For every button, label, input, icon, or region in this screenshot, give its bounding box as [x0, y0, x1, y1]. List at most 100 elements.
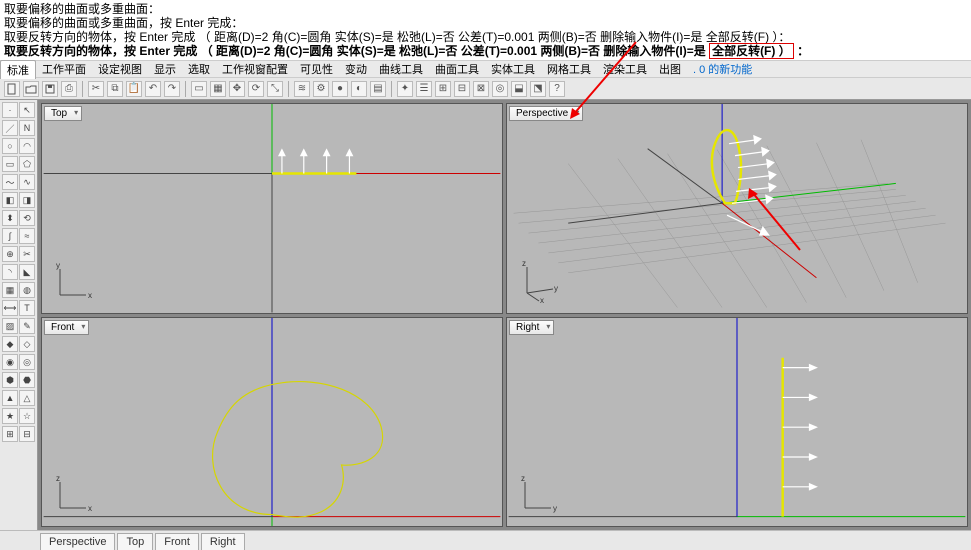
menu-drafting[interactable]: 出图 [653, 60, 687, 78]
prompt-options[interactable]: （ 距离(D)=2 角(C)=圆角 实体(S)=是 松弛(L)=否 公差(T)=… [201, 44, 709, 58]
menu-select[interactable]: 选取 [182, 60, 216, 78]
sb-t5-icon[interactable]: ⬢ [2, 372, 18, 388]
tb-rotate[interactable]: ⟳ [248, 81, 264, 97]
tb-opt5[interactable]: ⊠ [473, 81, 489, 97]
menu-setview[interactable]: 设定视图 [92, 60, 148, 78]
svg-text:y: y [56, 263, 60, 270]
sb-ssrf-icon[interactable]: ◨ [19, 192, 35, 208]
menu-solidtools[interactable]: 实体工具 [485, 60, 541, 78]
sb-t7-icon[interactable]: ▲ [2, 390, 18, 406]
sb-trim-icon[interactable]: ✂ [19, 246, 35, 262]
menu-standard[interactable]: 标准 [0, 60, 36, 79]
viewport-top[interactable]: Top x y [41, 103, 503, 314]
sb-point-icon[interactable]: · [2, 102, 18, 118]
sb-t4-icon[interactable]: ◎ [19, 354, 35, 370]
tb-scale[interactable]: ⤡ [267, 81, 283, 97]
sb-srf-icon[interactable]: ◧ [2, 192, 18, 208]
tb-opt3[interactable]: ⊞ [435, 81, 451, 97]
sb-ext-icon[interactable]: ⬍ [2, 210, 18, 226]
tb-opt1[interactable]: ✦ [397, 81, 413, 97]
sb-curve-icon[interactable]: 〜 [2, 174, 18, 190]
menu-viewlayout[interactable]: 工作视窗配置 [216, 60, 294, 78]
menu-transform[interactable]: 变动 [339, 60, 373, 78]
sb-pline-icon[interactable]: Ν [19, 120, 35, 136]
sb-circle-icon[interactable]: ○ [2, 138, 18, 154]
tb-sel[interactable]: ▭ [191, 81, 207, 97]
tb-shade[interactable]: ◐ [351, 81, 367, 97]
sb-dim-icon[interactable]: ⟷ [2, 300, 18, 316]
menu-visibility[interactable]: 可见性 [294, 60, 339, 78]
tb-selall[interactable]: ▦ [210, 81, 226, 97]
sb-text-icon[interactable]: T [19, 300, 35, 316]
tb-opt9[interactable]: ? [549, 81, 565, 97]
svg-text:x: x [88, 291, 92, 300]
tb-move[interactable]: ✥ [229, 81, 245, 97]
sb-t9-icon[interactable]: ★ [2, 408, 18, 424]
tb-open[interactable] [23, 81, 39, 97]
sb-rect-icon[interactable]: ▭ [2, 156, 18, 172]
tb-paste[interactable]: 📋 [126, 81, 142, 97]
viewport-tabs: Perspective Top Front Right [0, 530, 971, 550]
sb-mesh-icon[interactable]: ▦ [2, 282, 18, 298]
menu-curvetools[interactable]: 曲线工具 [373, 60, 429, 78]
tb-props[interactable]: ⚙ [313, 81, 329, 97]
sb-arc-icon[interactable]: ◠ [19, 138, 35, 154]
tb-undo[interactable]: ↶ [145, 81, 161, 97]
viewport-right[interactable]: Right y z [506, 317, 968, 528]
sb-loft-icon[interactable]: ≈ [19, 228, 35, 244]
sb-t2-icon[interactable]: ◇ [19, 336, 35, 352]
tb-cut[interactable]: ✂ [88, 81, 104, 97]
axis-gizmo: x z [52, 476, 92, 516]
sb-poly-icon[interactable]: ⬠ [19, 156, 35, 172]
tb-opt2[interactable]: ☰ [416, 81, 432, 97]
tb-layer[interactable]: ≋ [294, 81, 310, 97]
new-features-link[interactable]: . 0 的新功能 [693, 61, 752, 77]
tb-print[interactable]: ⎙ [61, 81, 77, 97]
sb-rev-icon[interactable]: ⟲ [19, 210, 35, 226]
sb-hatch-icon[interactable]: ▨ [2, 318, 18, 334]
toolbar-separator [185, 81, 186, 97]
menu-srftools[interactable]: 曲面工具 [429, 60, 485, 78]
sb-fillet-icon[interactable]: ◝ [2, 264, 18, 280]
sb-line-icon[interactable]: ／ [2, 120, 18, 136]
tb-redo[interactable]: ↷ [164, 81, 180, 97]
tb-new[interactable] [4, 81, 20, 97]
flip-all-option[interactable]: 全部反转(F) ） [709, 43, 794, 59]
top-canvas [42, 104, 502, 313]
sb-ta-icon[interactable]: ☆ [19, 408, 35, 424]
history-line: 取要偏移的曲面或多重曲面，按 Enter 完成： [4, 16, 967, 30]
sb-sweep-icon[interactable]: ∫ [2, 228, 18, 244]
sb-ann-icon[interactable]: ✎ [19, 318, 35, 334]
sb-chamf-icon[interactable]: ◣ [19, 264, 35, 280]
tb-opt6[interactable]: ◎ [492, 81, 508, 97]
sb-curve2-icon[interactable]: ∿ [19, 174, 35, 190]
menu-bar: 标准 工作平面 设定视图 显示 选取 工作视窗配置 可见性 变动 曲线工具 曲面… [0, 60, 971, 78]
sb-t3-icon[interactable]: ◉ [2, 354, 18, 370]
tb-wire[interactable]: ▤ [370, 81, 386, 97]
axis-gizmo: y x z [517, 259, 561, 303]
tb-save[interactable] [42, 81, 58, 97]
sb-anal-icon[interactable]: ◍ [19, 282, 35, 298]
sb-t1-icon[interactable]: ◆ [2, 336, 18, 352]
tb-render[interactable]: ● [332, 81, 348, 97]
sb-arrow-icon[interactable]: ↖ [19, 102, 35, 118]
viewport-front[interactable]: Front x z [41, 317, 503, 528]
sb-tb-icon[interactable]: ⊞ [2, 426, 18, 442]
left-toolbar: ·↖ ／Ν ○◠ ▭⬠ 〜∿ ◧◨ ⬍⟲ ∫≈ ⊕✂ ◝◣ ▦◍ ⟷T ▨✎ ◆… [0, 100, 38, 530]
sb-tc-icon[interactable]: ⊟ [19, 426, 35, 442]
tb-opt8[interactable]: ⬔ [530, 81, 546, 97]
menu-rendertools[interactable]: 渲染工具 [597, 60, 653, 78]
command-prompt[interactable]: 取要反转方向的物体，按 Enter 完成 （ 距离(D)=2 角(C)=圆角 实… [4, 44, 967, 58]
viewport-perspective[interactable]: Perspective [506, 103, 968, 314]
sb-bool-icon[interactable]: ⊕ [2, 246, 18, 262]
sb-t8-icon[interactable]: △ [19, 390, 35, 406]
menu-cplane[interactable]: 工作平面 [36, 60, 92, 78]
main-toolbar: ⎙ ✂ ⧉ 📋 ↶ ↷ ▭ ▦ ✥ ⟳ ⤡ ≋ ⚙ ● ◐ ▤ ✦ ☰ ⊞ ⊟ … [0, 78, 971, 100]
svg-text:x: x [88, 504, 92, 513]
menu-meshtools[interactable]: 网格工具 [541, 60, 597, 78]
tb-copy[interactable]: ⧉ [107, 81, 123, 97]
tb-opt4[interactable]: ⊟ [454, 81, 470, 97]
sb-t6-icon[interactable]: ⬣ [19, 372, 35, 388]
menu-display[interactable]: 显示 [148, 60, 182, 78]
tb-opt7[interactable]: ⬓ [511, 81, 527, 97]
